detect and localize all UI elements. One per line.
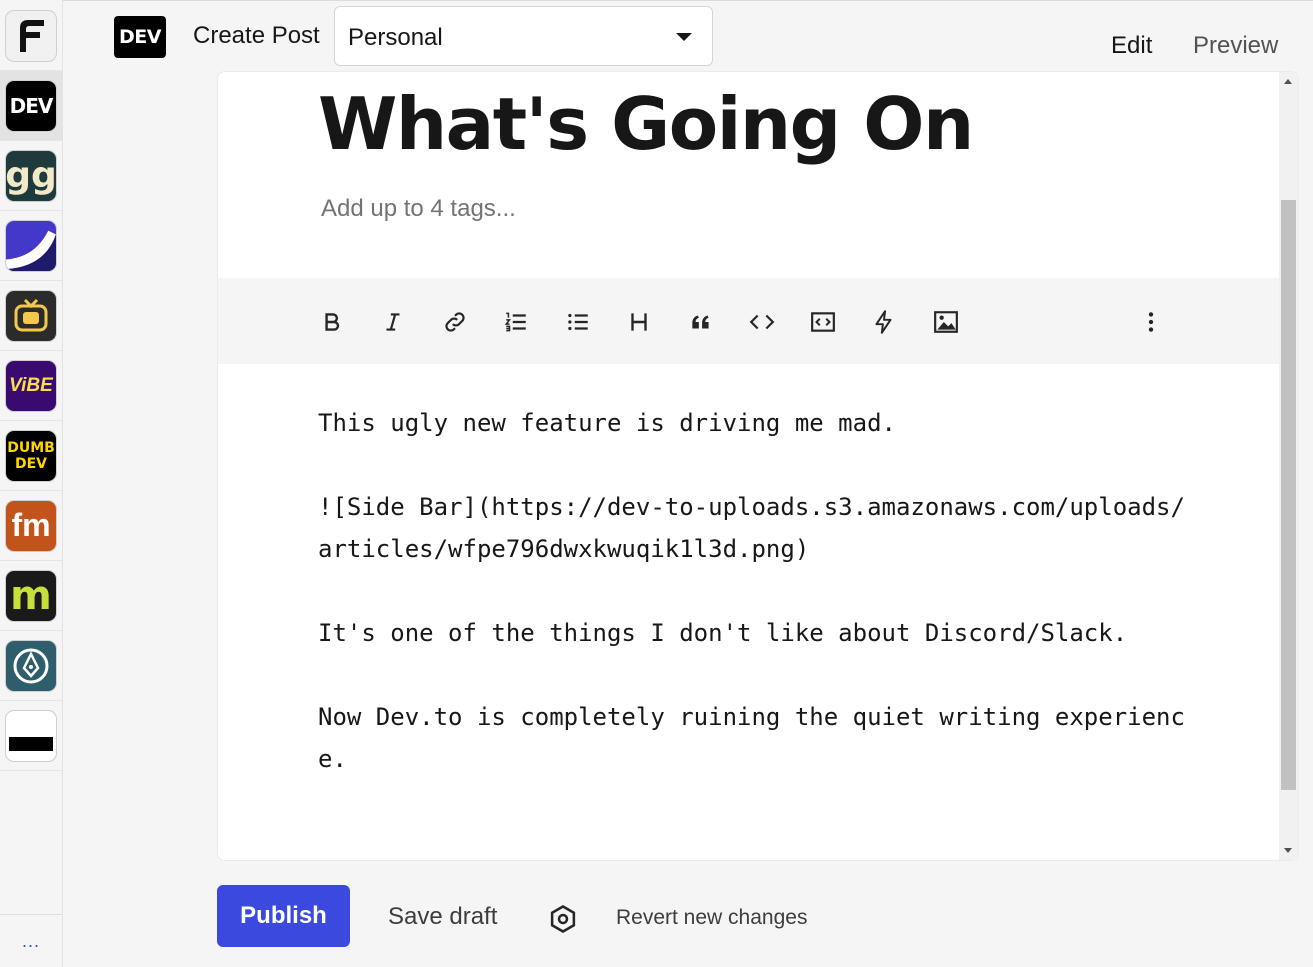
italic-button[interactable] [377, 306, 409, 338]
editor-scrollbar[interactable] [1279, 72, 1298, 860]
tags-input[interactable]: Add up to 4 tags... [321, 195, 516, 223]
bold-button[interactable] [316, 306, 348, 338]
vertical-dots-icon [1148, 312, 1154, 332]
rail-app-black-bar[interactable] [0, 701, 62, 771]
tab-preview[interactable]: Preview [1193, 32, 1278, 60]
code-block-button[interactable] [807, 306, 839, 338]
unordered-list-icon [568, 313, 588, 331]
rail-app-vibe[interactable]: ViBE [0, 351, 62, 421]
more-options-button[interactable] [1135, 306, 1167, 338]
scroll-down-arrow-icon[interactable] [1284, 848, 1292, 853]
window-top-border [0, 0, 1313, 1]
code-block-icon [811, 312, 835, 332]
image-icon [934, 311, 958, 333]
heading-button[interactable] [623, 306, 655, 338]
rail-app-m[interactable]: m [0, 561, 62, 631]
ordered-list-icon [504, 312, 526, 332]
image-upload-button[interactable] [930, 306, 962, 338]
dev-logo[interactable]: DEV [114, 16, 166, 58]
rail-app-dumb-dev[interactable]: DUMB DEV [0, 421, 62, 491]
gg-app-icon: gg [5, 149, 57, 202]
pen-app-icon [5, 639, 57, 692]
code-icon [749, 314, 775, 330]
ordered-list-button[interactable] [500, 306, 532, 338]
tv-app-icon [5, 289, 57, 342]
rail-app-dev[interactable]: DEV [0, 71, 62, 141]
rail-app-pen[interactable] [0, 631, 62, 701]
black-bar-shape [9, 736, 53, 751]
rail-app-forem[interactable] [0, 1, 62, 71]
post-title-input[interactable]: What's Going On [318, 82, 974, 166]
lightning-icon [875, 310, 892, 334]
more-dots-icon: ... [21, 930, 40, 951]
quote-icon [692, 315, 709, 329]
dev-logo-text: DEV [119, 26, 161, 48]
vibe-app-icon: ViBE [5, 359, 57, 412]
hexagon-settings-icon [550, 905, 576, 933]
dev-app-icon: DEV [5, 79, 57, 132]
heading-icon [631, 313, 647, 331]
save-draft-button[interactable]: Save draft [388, 903, 497, 931]
vibe-app-icon-label: ViBE [9, 374, 53, 396]
quote-button[interactable] [685, 306, 717, 338]
post-body-textarea[interactable]: This ugly new feature is driving me mad.… [318, 402, 1198, 780]
rail-app-tv[interactable] [0, 281, 62, 351]
unordered-list-button[interactable] [562, 306, 594, 338]
black-bar-app-icon [5, 709, 57, 762]
organization-select[interactable]: Personal [334, 6, 713, 66]
forem-app-rail: DEV gg ViBE DUMB DEV fm m ... [0, 0, 63, 967]
chevron-down-icon [676, 33, 692, 41]
revert-changes-button[interactable]: Revert new changes [616, 906, 807, 930]
publish-button[interactable]: Publish [217, 885, 350, 947]
m-app-icon: m [5, 569, 57, 622]
swoosh-app-icon [5, 219, 57, 272]
dumb-dev-app-icon-label: DUMB DEV [7, 439, 55, 472]
organization-select-value: Personal [348, 24, 443, 51]
m-app-icon-label: m [10, 572, 52, 619]
link-icon [445, 312, 465, 332]
tab-edit[interactable]: Edit [1111, 32, 1152, 60]
embed-button[interactable] [868, 306, 900, 338]
rail-app-gg[interactable]: gg [0, 141, 62, 211]
markdown-toolbar [218, 278, 1280, 364]
rail-app-fm[interactable]: fm [0, 491, 62, 561]
fm-app-icon: fm [5, 499, 57, 552]
post-settings-button[interactable] [548, 904, 578, 934]
rail-app-swoosh[interactable] [0, 211, 62, 281]
page-title: Create Post [193, 22, 320, 49]
code-button[interactable] [746, 306, 778, 338]
link-button[interactable] [439, 306, 471, 338]
fm-app-icon-label: fm [11, 507, 51, 543]
dev-app-icon-label: DEV [9, 93, 54, 118]
editor-card: What's Going On Add up to 4 tags... This… [217, 71, 1299, 861]
italic-icon [386, 313, 400, 331]
rail-more-button[interactable]: ... [0, 914, 62, 967]
scroll-up-arrow-icon[interactable] [1284, 79, 1292, 84]
scrollbar-thumb[interactable] [1281, 200, 1296, 790]
bold-icon [325, 313, 340, 331]
forem-app-icon [5, 9, 57, 62]
gg-app-icon-label: gg [5, 155, 57, 196]
dumb-dev-app-icon: DUMB DEV [5, 429, 57, 482]
